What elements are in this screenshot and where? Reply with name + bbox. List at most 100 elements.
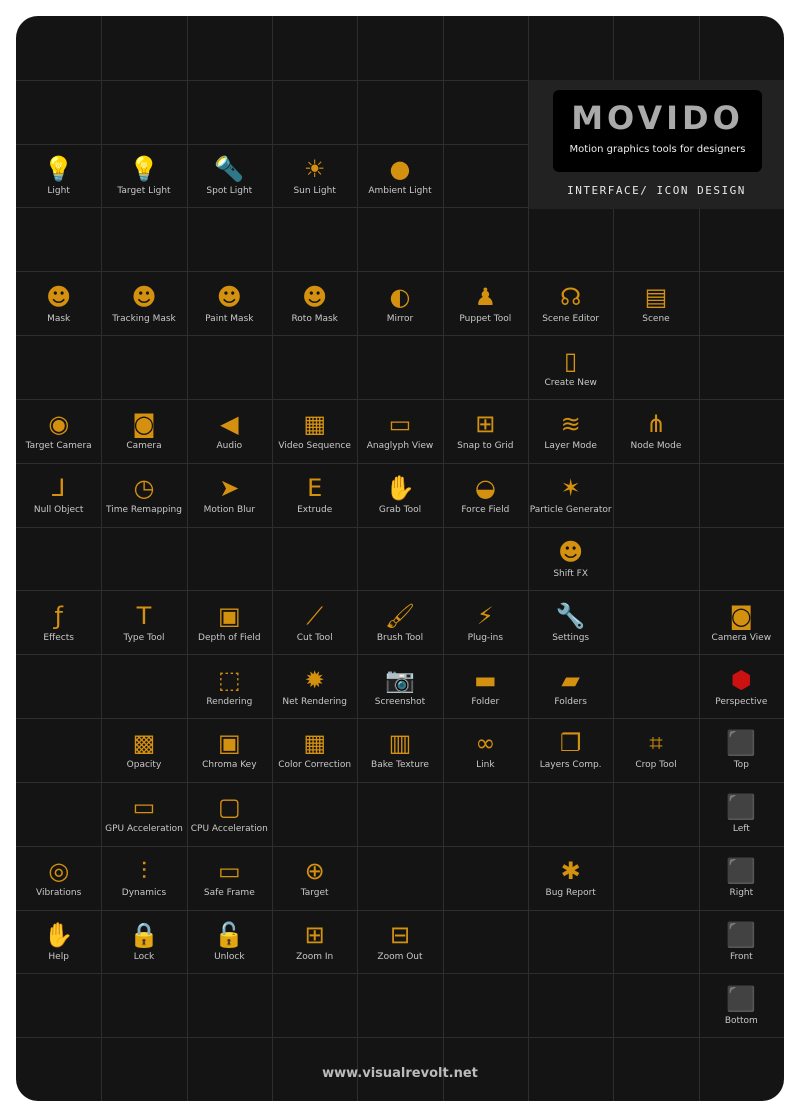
icon-tile-link[interactable]: ∞ Link bbox=[443, 718, 528, 782]
icon-tile-layer-mode[interactable]: ≋ Layer Mode bbox=[528, 399, 613, 463]
icon-label: Unlock bbox=[214, 951, 245, 962]
icon-tile-target-camera[interactable]: ◉ Target Camera bbox=[16, 399, 101, 463]
grid-line bbox=[16, 335, 784, 337]
icon-tile-spot-light[interactable]: 🔦 Spot Light bbox=[187, 144, 272, 208]
icon-label: Left bbox=[732, 824, 750, 835]
icon-tile-video-sequence[interactable]: ▦ Video Sequence bbox=[272, 399, 357, 463]
icon-tile-time-remapping[interactable]: ◷ Time Remapping bbox=[101, 463, 186, 527]
icon-tile-create-new[interactable]: ▯ Create New bbox=[528, 335, 613, 399]
icon-label: Particle Generator bbox=[529, 505, 612, 516]
icon-tile-depth-of-field[interactable]: ▣ Depth of Field bbox=[187, 590, 272, 654]
icon-tile-grab-tool[interactable]: ✋ Grab Tool bbox=[357, 463, 442, 527]
icon-label: Front bbox=[729, 951, 753, 962]
icon-tile-motion-blur[interactable]: ➤ Motion Blur bbox=[187, 463, 272, 527]
icon-tile-puppet-tool[interactable]: ♟ Puppet Tool bbox=[443, 271, 528, 335]
logo-area: MOVIDO Motion graphics tools for designe… bbox=[529, 80, 784, 209]
icon-label: Target bbox=[300, 888, 329, 899]
icon-tile-cut-tool[interactable]: ⟋ Cut Tool bbox=[272, 590, 357, 654]
icon-tile-opacity[interactable]: ▩ Opacity bbox=[101, 718, 186, 782]
icon-tile-force-field[interactable]: ◒ Force Field bbox=[443, 463, 528, 527]
icon-tile-left[interactable]: ⬛ Left bbox=[699, 782, 784, 846]
icon-tile-effects[interactable]: ƒ Effects bbox=[16, 590, 101, 654]
icon-tile-mirror[interactable]: ◐ Mirror bbox=[357, 271, 442, 335]
icon-tile-node-mode[interactable]: ⋔ Node Mode bbox=[613, 399, 698, 463]
icon-label: Right bbox=[729, 888, 754, 899]
icon-tile-cpu-acceleration[interactable]: ▢ CPU Acceleration bbox=[187, 782, 272, 846]
logo-wordmark: MOVIDO bbox=[571, 99, 744, 137]
crop-icon: ⌗ bbox=[649, 729, 663, 758]
icon-tile-help[interactable]: ✋ Help bbox=[16, 910, 101, 974]
cube-perspective-icon: ⬢ bbox=[730, 665, 752, 694]
icon-tile-unlock[interactable]: 🔓 Unlock bbox=[187, 910, 272, 974]
particles-icon: ✶ bbox=[560, 474, 581, 503]
icon-tile-screenshot[interactable]: 📷 Screenshot bbox=[357, 654, 442, 718]
icon-tile-bug-report[interactable]: ✱ Bug Report bbox=[528, 846, 613, 910]
icon-tile-anaglyph-view[interactable]: ▭ Anaglyph View bbox=[357, 399, 442, 463]
icon-tile-scene-editor[interactable]: ☊ Scene Editor bbox=[528, 271, 613, 335]
icon-tile-crop-tool[interactable]: ⌗ Crop Tool bbox=[613, 718, 698, 782]
vibration-icon: ◎ bbox=[48, 857, 70, 886]
puppet-icon: ♟ bbox=[474, 282, 497, 311]
icon-label: Sun Light bbox=[293, 186, 336, 197]
icon-label: Create New bbox=[544, 377, 597, 388]
icon-tile-camera[interactable]: ◙ Camera bbox=[101, 399, 186, 463]
icon-tile-rendering[interactable]: ⬚ Rendering bbox=[187, 654, 272, 718]
icon-tile-paint-mask[interactable]: ☻ Paint Mask bbox=[187, 271, 272, 335]
icon-label: Spot Light bbox=[206, 186, 253, 197]
icon-tile-particle-generator[interactable]: ✶ Particle Generator bbox=[528, 463, 613, 527]
icon-tile-target[interactable]: ⊕ Target bbox=[272, 846, 357, 910]
icon-tile-bake-texture[interactable]: ▥ Bake Texture bbox=[357, 718, 442, 782]
icon-label: Mask bbox=[47, 313, 71, 324]
icon-tile-layers-comp[interactable]: ❐ Layers Comp. bbox=[528, 718, 613, 782]
icon-tile-front[interactable]: ⬛ Front bbox=[699, 910, 784, 974]
icon-label: Shift FX bbox=[553, 568, 588, 579]
icon-tile-audio[interactable]: ◀ Audio bbox=[187, 399, 272, 463]
icon-tile-scene[interactable]: ▤ Scene bbox=[613, 271, 698, 335]
icon-tile-bottom[interactable]: ⬛ Bottom bbox=[699, 973, 784, 1037]
film-strip-icon: ▦ bbox=[303, 410, 326, 439]
icon-tile-settings[interactable]: 🔧 Settings bbox=[528, 590, 613, 654]
icon-tile-brush-tool[interactable]: 🖌 Brush Tool bbox=[357, 590, 442, 654]
icon-tile-zoom-out[interactable]: ⊟ Zoom Out bbox=[357, 910, 442, 974]
icon-tile-plug-ins[interactable]: ⚡ Plug-ins bbox=[443, 590, 528, 654]
force-field-icon: ◒ bbox=[474, 474, 496, 503]
icon-tile-top[interactable]: ⬛ Top bbox=[699, 718, 784, 782]
icon-tile-null-object[interactable]: ⅃ Null Object bbox=[16, 463, 101, 527]
icon-tile-chroma-key[interactable]: ▣ Chroma Key bbox=[187, 718, 272, 782]
icon-tile-camera-view[interactable]: ◙ Camera View bbox=[699, 590, 784, 654]
icon-tile-gpu-acceleration[interactable]: ▭ GPU Acceleration bbox=[101, 782, 186, 846]
icon-tile-light[interactable]: 💡 Light bbox=[16, 144, 101, 208]
icon-tile-snap-to-grid[interactable]: ⊞ Snap to Grid bbox=[443, 399, 528, 463]
icon-tile-perspective[interactable]: ⬢ Perspective bbox=[699, 654, 784, 718]
icon-label: Color Correction bbox=[278, 760, 352, 771]
icon-label: Folder bbox=[471, 696, 500, 707]
icon-tile-vibrations[interactable]: ◎ Vibrations bbox=[16, 846, 101, 910]
icon-tile-safe-frame[interactable]: ▭ Safe Frame bbox=[187, 846, 272, 910]
icon-tile-tracking-mask[interactable]: ☻ Tracking Mask bbox=[101, 271, 186, 335]
scene-editor-icon: ☊ bbox=[560, 282, 582, 311]
icon-tile-dynamics[interactable]: ⫶ Dynamics bbox=[101, 846, 186, 910]
icon-tile-color-correction[interactable]: ▦ Color Correction bbox=[272, 718, 357, 782]
bullet-icon: ➤ bbox=[219, 474, 240, 503]
icon-tile-lock[interactable]: 🔒 Lock bbox=[101, 910, 186, 974]
target-bulb-icon: 💡 bbox=[129, 155, 159, 184]
icon-tile-folders[interactable]: ▰ Folders bbox=[528, 654, 613, 718]
icon-tile-net-rendering[interactable]: ✹ Net Rendering bbox=[272, 654, 357, 718]
icon-tile-type-tool[interactable]: T Type Tool bbox=[101, 590, 186, 654]
icon-label: Motion Blur bbox=[203, 505, 256, 516]
icon-tile-shift-fx[interactable]: ☻ Shift FX bbox=[528, 527, 613, 591]
icon-label: Type Tool bbox=[123, 632, 165, 643]
icon-tile-folder[interactable]: ▬ Folder bbox=[443, 654, 528, 718]
icon-label: Perspective bbox=[715, 696, 768, 707]
icon-tile-extrude[interactable]: E Extrude bbox=[272, 463, 357, 527]
icon-tile-zoom-in[interactable]: ⊞ Zoom In bbox=[272, 910, 357, 974]
icon-tile-target-light[interactable]: 💡 Target Light bbox=[101, 144, 186, 208]
gpu-icon: ▭ bbox=[132, 793, 156, 822]
icon-tile-right[interactable]: ⬛ Right bbox=[699, 846, 784, 910]
icon-tile-sun-light[interactable]: ☀ Sun Light bbox=[272, 144, 357, 208]
footer-url[interactable]: www.visualrevolt.net bbox=[16, 1066, 784, 1081]
icon-tile-roto-mask[interactable]: ☻ Roto Mask bbox=[272, 271, 357, 335]
icon-tile-ambient-light[interactable]: ● Ambient Light bbox=[357, 144, 442, 208]
icon-tile-mask[interactable]: ☻ Mask bbox=[16, 271, 101, 335]
paint-mask-icon: ☻ bbox=[216, 282, 242, 311]
